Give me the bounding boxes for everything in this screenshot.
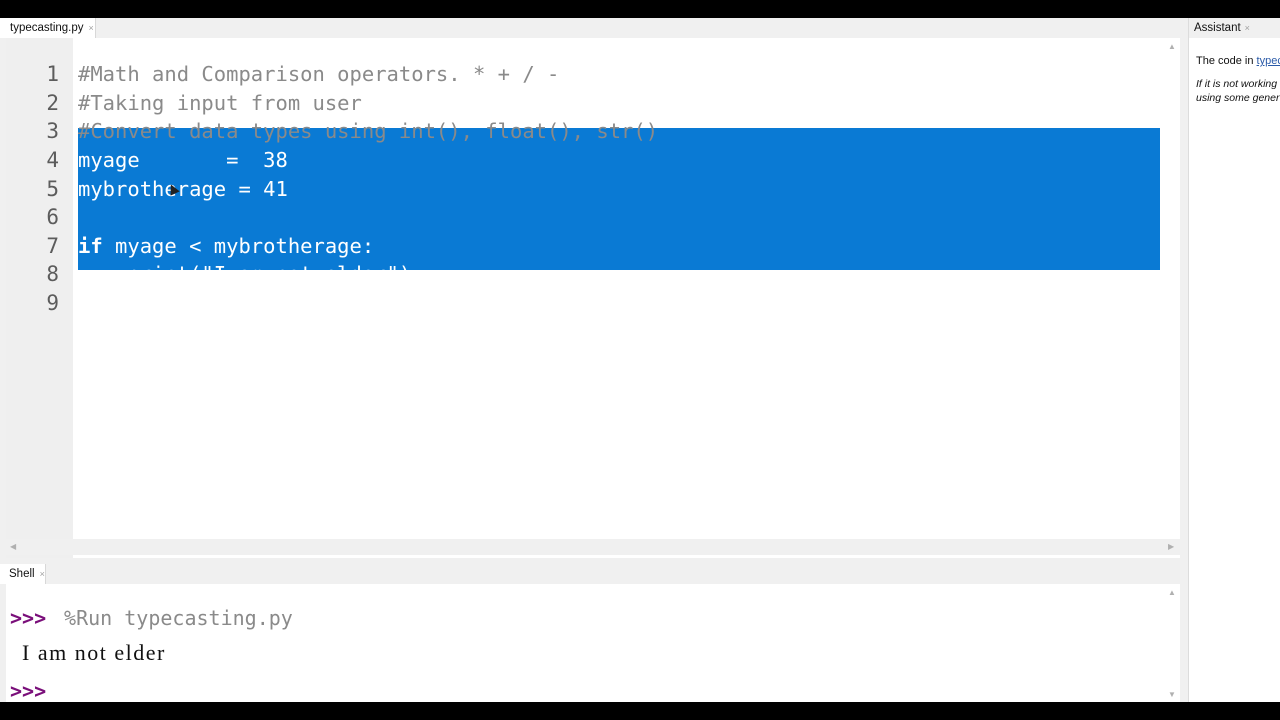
code-editor[interactable]: 1 2 3 4 5 6 7 8 9 #Math and Comparison o… (6, 38, 1180, 558)
scroll-up-icon[interactable]: ▲ (1168, 588, 1176, 597)
shell-prompt[interactable]: >>> (10, 679, 46, 703)
line-number: 1 (46, 62, 59, 86)
assistant-note-line: If it is not working (1196, 78, 1278, 90)
editor-vertical-scrollbar[interactable]: ▲ ▼ (1164, 38, 1180, 558)
keyword-if: if (78, 234, 103, 258)
assistant-panel: Assistant × The code in typec If it is no… (1188, 18, 1280, 702)
line-number: 4 (46, 148, 59, 172)
shell-tab-bar: Shell × (0, 564, 1186, 584)
file-link[interactable]: typec (1257, 55, 1280, 67)
assistant-text: The code in (1196, 55, 1257, 67)
line-number-gutter: 1 2 3 4 5 6 7 8 9 (6, 38, 73, 558)
tab-typecasting-py[interactable]: typecasting.py × (0, 18, 96, 38)
shell-prompt: >>> (10, 606, 47, 630)
tab-label: Assistant (1194, 22, 1241, 34)
shell-console[interactable]: >>> %Run typecasting.py I am not elder >… (6, 584, 1180, 703)
code-line: #Taking input from user (78, 91, 362, 115)
editor-horizontal-scrollbar[interactable]: ◀ ▶ (6, 539, 1180, 555)
code-line: if myage < mybrotherage: (78, 232, 374, 260)
line-number: 9 (46, 291, 59, 315)
code-line: #Convert data types using int(), float()… (78, 119, 659, 143)
code-line: #Math and Comparison operators. * + / - (78, 62, 560, 86)
code-line-rest: myage < mybrotherage: (102, 234, 375, 258)
line-number: 8 (46, 262, 59, 286)
shell-output: I am not elder (22, 640, 166, 665)
ide-window: typecasting.py × 1 2 3 4 5 6 7 8 9 #Math … (0, 18, 1280, 703)
close-icon[interactable]: × (89, 23, 94, 33)
close-icon[interactable]: × (40, 569, 45, 579)
close-icon[interactable]: × (1245, 23, 1250, 33)
code-text-area[interactable]: #Math and Comparison operators. * + / - … (73, 38, 1163, 558)
code-line: print("I am not elder") (78, 262, 412, 286)
code-line: myage = 38 (78, 148, 288, 172)
line-number: 3 (46, 119, 59, 143)
assistant-note-line: using some gener (1196, 92, 1280, 104)
assistant-note: If it is not working using some gener (1196, 77, 1280, 105)
editor-tab-bar: typecasting.py × (0, 18, 1186, 38)
scroll-up-icon[interactable]: ▲ (1168, 42, 1176, 51)
tab-shell[interactable]: Shell × (0, 564, 46, 584)
line-number: 7 (46, 234, 59, 258)
scroll-right-icon[interactable]: ▶ (1168, 542, 1174, 551)
shell-command: %Run typecasting.py (52, 606, 293, 630)
assistant-content: The code in typec If it is not working u… (1196, 54, 1280, 105)
scroll-down-icon[interactable]: ▼ (1168, 690, 1176, 699)
line-number: 5 (46, 177, 59, 201)
code-line: mybrotherage = 41 (78, 177, 288, 201)
tab-label: typecasting.py (10, 22, 84, 34)
tab-assistant[interactable]: Assistant × (1189, 18, 1280, 38)
shell-vertical-scrollbar[interactable]: ▲ ▼ (1164, 584, 1180, 702)
assistant-message: The code in typec (1196, 54, 1280, 68)
tab-label: Shell (9, 568, 35, 580)
line-number: 2 (46, 91, 59, 115)
line-number: 6 (46, 205, 59, 229)
scroll-left-icon[interactable]: ◀ (10, 542, 16, 551)
